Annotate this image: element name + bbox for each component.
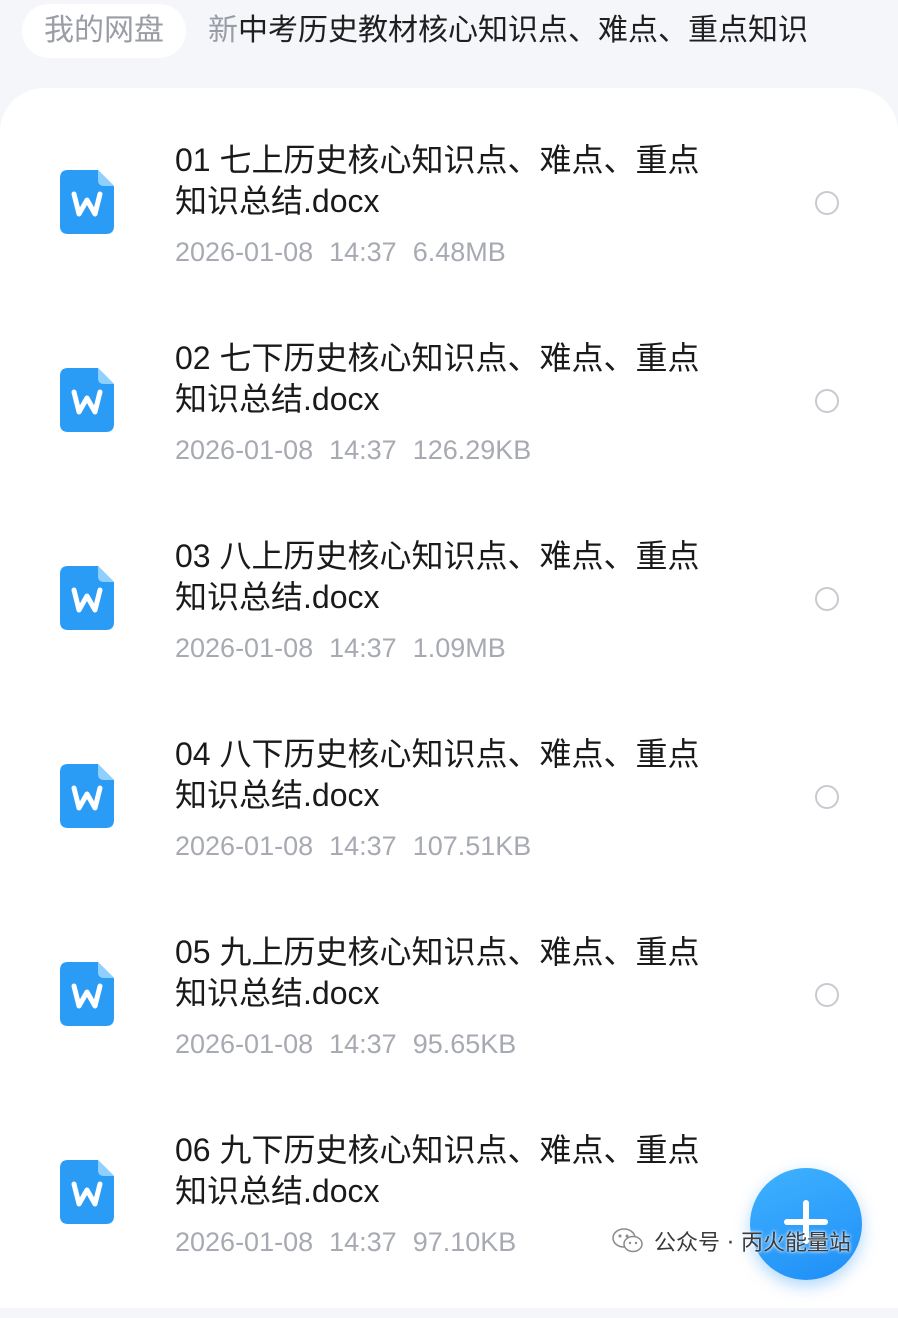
file-time: 14:37: [329, 237, 397, 267]
file-meta: 2026-01-08 14:37 95.65KB: [175, 1027, 516, 1061]
file-name-line1: 04 八下历史核心知识点、难点、重点: [175, 736, 700, 772]
file-time: 14:37: [329, 1029, 397, 1059]
select-radio[interactable]: [815, 587, 839, 611]
breadcrumb-current-folder: 新中考历史教材核心知识点、难点、重点知识: [208, 4, 898, 58]
file-date: 2026-01-08: [175, 1227, 314, 1257]
select-radio[interactable]: [815, 191, 839, 215]
file-row[interactable]: 04 八下历史核心知识点、难点、重点 知识总结.docx 2026-01-08 14:…: [0, 724, 898, 922]
word-doc-icon: [60, 368, 114, 432]
file-size: 95.65KB: [412, 1029, 517, 1059]
file-size: 1.09MB: [412, 633, 506, 663]
file-size: 6.48MB: [412, 237, 506, 267]
file-size: 126.29KB: [412, 435, 532, 465]
file-name-line1: 03 八上历史核心知识点、难点、重点: [175, 538, 700, 574]
file-name: 01 七上历史核心知识点、难点、重点 知识总结.docx: [175, 140, 775, 222]
breadcrumb-root[interactable]: 我的网盘: [22, 4, 186, 58]
file-time: 14:37: [329, 633, 397, 663]
file-row[interactable]: 03 八上历史核心知识点、难点、重点 知识总结.docx 2026-01-08 14:…: [0, 526, 898, 724]
file-name-line2: 知识总结.docx: [175, 777, 380, 813]
file-name: 04 八下历史核心知识点、难点、重点 知识总结.docx: [175, 734, 775, 816]
word-doc-icon: [60, 1160, 114, 1224]
watermark: 公众号 · 丙火能量站: [612, 1222, 851, 1260]
file-name-line1: 02 七下历史核心知识点、难点、重点: [175, 340, 700, 376]
file-name-line1: 06 九下历史核心知识点、难点、重点: [175, 1132, 700, 1168]
file-name-line2: 知识总结.docx: [175, 1173, 380, 1209]
file-date: 2026-01-08: [175, 435, 314, 465]
word-doc-icon: [60, 566, 114, 630]
file-meta: 2026-01-08 14:37 107.51KB: [175, 829, 531, 863]
file-name-line1: 05 九上历史核心知识点、难点、重点: [175, 934, 700, 970]
breadcrumb-current-rest: 中考历史教材核心知识点、难点、重点知识: [238, 13, 808, 48]
file-name: 06 九下历史核心知识点、难点、重点 知识总结.docx: [175, 1130, 775, 1212]
file-time: 14:37: [329, 831, 397, 861]
file-name-line2: 知识总结.docx: [175, 975, 380, 1011]
file-time: 14:37: [329, 1227, 397, 1257]
file-name: 03 八上历史核心知识点、难点、重点 知识总结.docx: [175, 536, 775, 618]
wechat-icon: [612, 1228, 643, 1253]
word-doc-icon: [60, 962, 114, 1026]
file-row[interactable]: 02 七下历史核心知识点、难点、重点 知识总结.docx 2026-01-08 14:…: [0, 328, 898, 526]
file-meta: 2026-01-08 14:37 126.29KB: [175, 433, 531, 467]
breadcrumb-current-first: 新: [208, 13, 238, 48]
file-name-line2: 知识总结.docx: [175, 579, 380, 615]
file-meta: 2026-01-08 14:37 1.09MB: [175, 631, 506, 665]
select-radio[interactable]: [815, 785, 839, 809]
file-time: 14:37: [329, 435, 397, 465]
file-row[interactable]: 01 七上历史核心知识点、难点、重点 知识总结.docx 2026-01-08 14:…: [0, 130, 898, 328]
file-size: 107.51KB: [412, 831, 532, 861]
file-name: 02 七下历史核心知识点、难点、重点 知识总结.docx: [175, 338, 775, 420]
file-name-line1: 01 七上历史核心知识点、难点、重点: [175, 142, 700, 178]
file-name-line2: 知识总结.docx: [175, 183, 380, 219]
select-radio[interactable]: [815, 983, 839, 1007]
select-radio[interactable]: [815, 389, 839, 413]
watermark-text: 公众号 · 丙火能量站: [654, 1231, 851, 1256]
file-size: 97.10KB: [412, 1227, 517, 1257]
word-doc-icon: [60, 764, 114, 828]
breadcrumb: 我的网盘 新中考历史教材核心知识点、难点、重点知识: [0, 0, 898, 90]
file-date: 2026-01-08: [175, 237, 314, 267]
file-name: 05 九上历史核心知识点、难点、重点 知识总结.docx: [175, 932, 775, 1014]
file-date: 2026-01-08: [175, 633, 314, 663]
word-doc-icon: [60, 170, 114, 234]
file-date: 2026-01-08: [175, 1029, 314, 1059]
file-row[interactable]: 05 九上历史核心知识点、难点、重点 知识总结.docx 2026-01-08 14:…: [0, 922, 898, 1120]
file-date: 2026-01-08: [175, 831, 314, 861]
file-meta: 2026-01-08 14:37 97.10KB: [175, 1225, 516, 1259]
file-name-line2: 知识总结.docx: [175, 381, 380, 417]
file-meta: 2026-01-08 14:37 6.48MB: [175, 235, 506, 269]
